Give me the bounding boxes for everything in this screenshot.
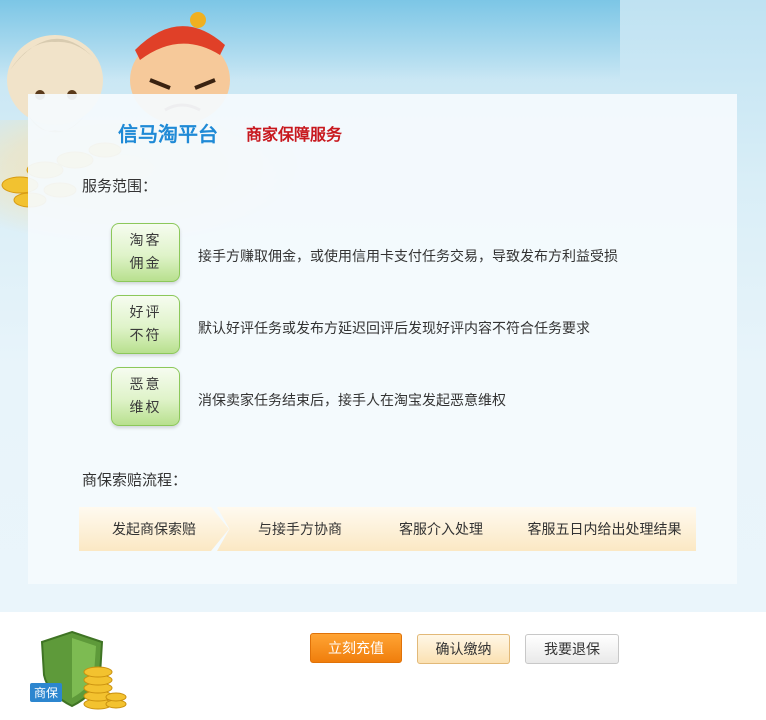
claim-process-label: 商保索赔流程： — [82, 471, 188, 489]
scope-description-commission: 接手方赚取佣金，或使用信用卡支付任务交易，导致发布方利益受损 — [198, 249, 618, 265]
confirm-payment-button[interactable]: 确认缴纳 — [417, 634, 510, 664]
scope-badge-review-mismatch: 好评 不符 — [111, 295, 180, 354]
process-step-3: 客服介入处理 — [357, 507, 515, 551]
scope-badge-malicious-claim: 恶意 维权 — [111, 367, 180, 426]
scope-description-malicious-claim: 消保卖家任务结束后，接手人在淘宝发起恶意维权 — [198, 393, 506, 409]
scope-badge-commission: 淘客 佣金 — [111, 223, 180, 282]
recharge-button[interactable]: 立刻充值 — [310, 633, 402, 663]
logo-label: 商保 — [30, 683, 63, 702]
cancel-insurance-button[interactable]: 我要退保 — [525, 634, 619, 664]
process-step-1: 发起商保索赔 — [79, 507, 229, 551]
platform-name: 信马淘平台 — [118, 122, 218, 146]
badge-line-1: 恶意 — [129, 376, 162, 393]
scope-description-review-mismatch: 默认好评任务或发布方延迟回评后发现好评内容不符合任务要求 — [198, 321, 590, 337]
badge-line-1: 淘客 — [129, 232, 162, 249]
process-step-2: 与接手方协商 — [217, 507, 373, 551]
badge-line-2: 维权 — [129, 399, 162, 416]
badge-line-1: 好评 — [129, 304, 162, 321]
claim-process-flow: 客服五日内给出处理结果 客服介入处理 与接手方协商 发起商保索赔 — [79, 507, 696, 551]
badge-line-2: 不符 — [129, 327, 162, 344]
page-title: 商家保障服务 — [246, 125, 343, 144]
badge-line-2: 佣金 — [129, 255, 162, 272]
process-step-4: 客服五日内给出处理结果 — [499, 507, 696, 551]
service-scope-label: 服务范围： — [82, 177, 158, 195]
